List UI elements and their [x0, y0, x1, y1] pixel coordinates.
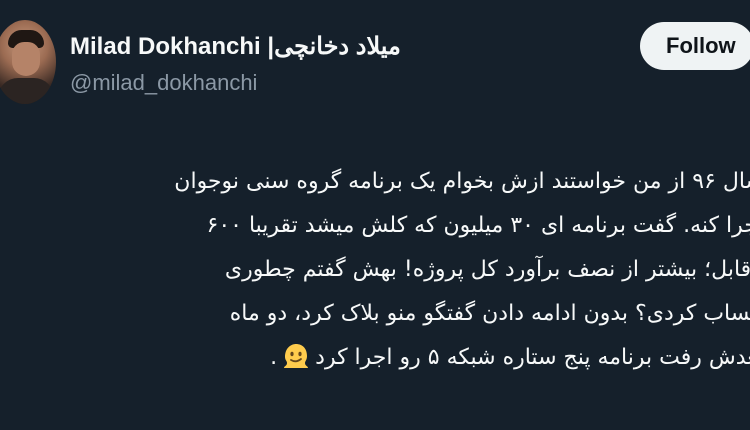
author-display-name[interactable]: Milad Dokhanchi |میلاد دخانچی: [70, 33, 401, 61]
tweet-text-line-4: حساب کردی؟ بدون ادامه دادن گفتگو منو بلا…: [229, 301, 750, 326]
tweet-text-line-5-period: .: [270, 345, 278, 370]
tweet-card: Milad Dokhanchi |میلاد دخانچی @milad_dok…: [0, 0, 750, 430]
tweet-text: سال ۹۶ از من خواستند ازش بخوام یک برنامه…: [4, 160, 750, 380]
avatar-shirt: [0, 78, 54, 104]
author-avatar[interactable]: [0, 20, 56, 104]
tweet-text-line-1: سال ۹۶ از من خواستند ازش بخوام یک برنامه…: [174, 169, 750, 194]
tweet-text-line-3: ناقابل؛ بیشتر از نصف برآورد کل پروژه! به…: [224, 257, 750, 282]
tweet-text-line-5-text: بعدش رفت برنامه پنج ستاره شبکه ۵ رو اجرا…: [315, 345, 750, 370]
author-handle[interactable]: @milad_dokhanchi: [70, 70, 257, 96]
melting-face-emoji-icon: [281, 341, 311, 371]
avatar-face: [12, 42, 40, 76]
tweet-text-line-5: بعدش رفت برنامه پنج ستاره شبکه ۵ رو اجرا…: [4, 336, 750, 380]
tweet-text-line-2: اجرا کنه. گفت برنامه ای ۳۰ میلیون که کلش…: [206, 213, 750, 238]
follow-button[interactable]: Follow: [640, 22, 750, 70]
